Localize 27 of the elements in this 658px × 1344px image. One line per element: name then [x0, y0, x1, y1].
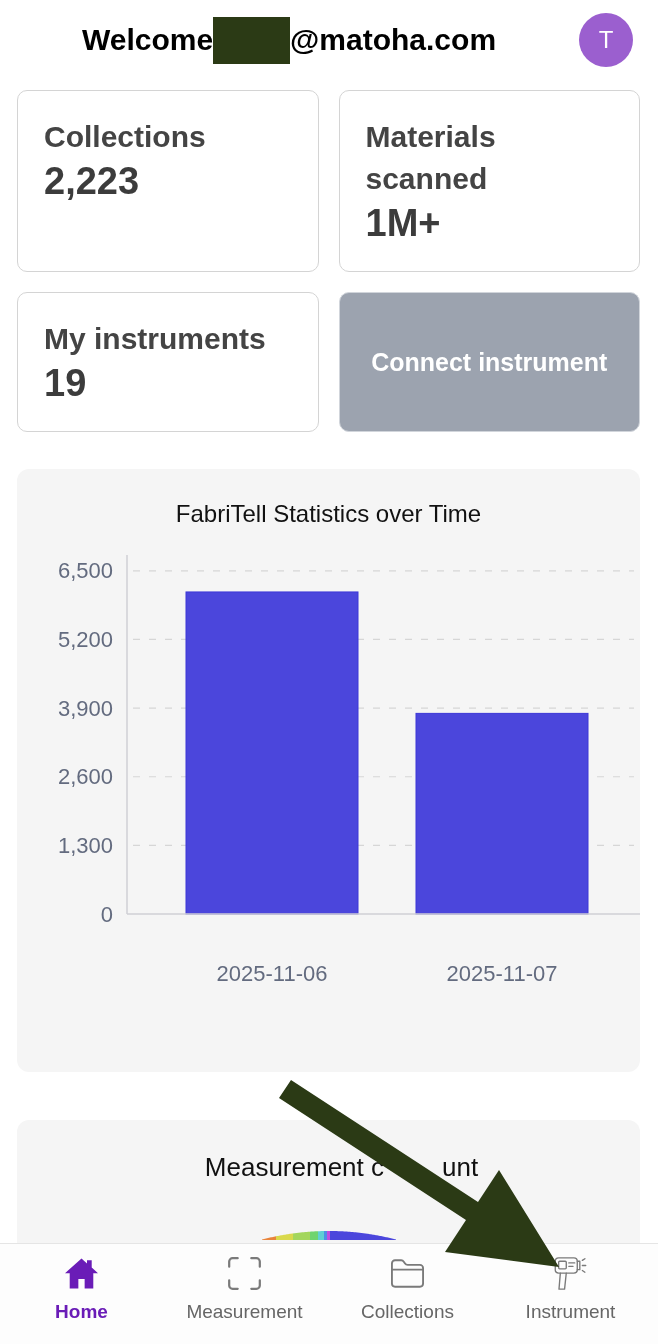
- stat-label: My instruments: [44, 321, 266, 357]
- stat-label: Collections: [44, 119, 206, 155]
- chart-title: FabriTell Statistics over Time: [175, 499, 482, 529]
- email-text: @matoha.com: [290, 22, 497, 58]
- folder-icon: [391, 1257, 424, 1290]
- axis-tick-label: 2,600: [57, 764, 113, 790]
- category-label: 2025-11-06: [216, 960, 328, 986]
- stat-label: Materials scanned: [365, 119, 497, 197]
- stat-value: 19: [44, 361, 87, 406]
- category-label: 2025-11-07: [446, 960, 558, 986]
- nav-tab[interactable]: Collections: [326, 1244, 489, 1344]
- thermometer-gun-icon: [554, 1257, 587, 1290]
- home-icon: [65, 1257, 98, 1290]
- axis-tick-label: 6,500: [57, 558, 113, 584]
- axis-tick-label: 0: [100, 901, 113, 927]
- scan-icon: [228, 1257, 261, 1290]
- axis-tick-label: 1,300: [57, 832, 113, 858]
- chart-title: unt: [442, 1152, 479, 1182]
- user-avatar[interactable]: T: [579, 13, 633, 67]
- nav-tab[interactable]: Measurement: [163, 1244, 326, 1344]
- axis-tick-label: 5,200: [57, 626, 113, 652]
- stat-value: 1M+: [365, 201, 441, 246]
- greeting-text: Welcome: [81, 22, 214, 58]
- nav-tab[interactable]: Instrument: [489, 1244, 652, 1344]
- stat-value: 2,223: [44, 159, 140, 204]
- axis-tick-label: 3,900: [57, 695, 113, 721]
- nav-tab[interactable]: Home: [0, 1244, 163, 1344]
